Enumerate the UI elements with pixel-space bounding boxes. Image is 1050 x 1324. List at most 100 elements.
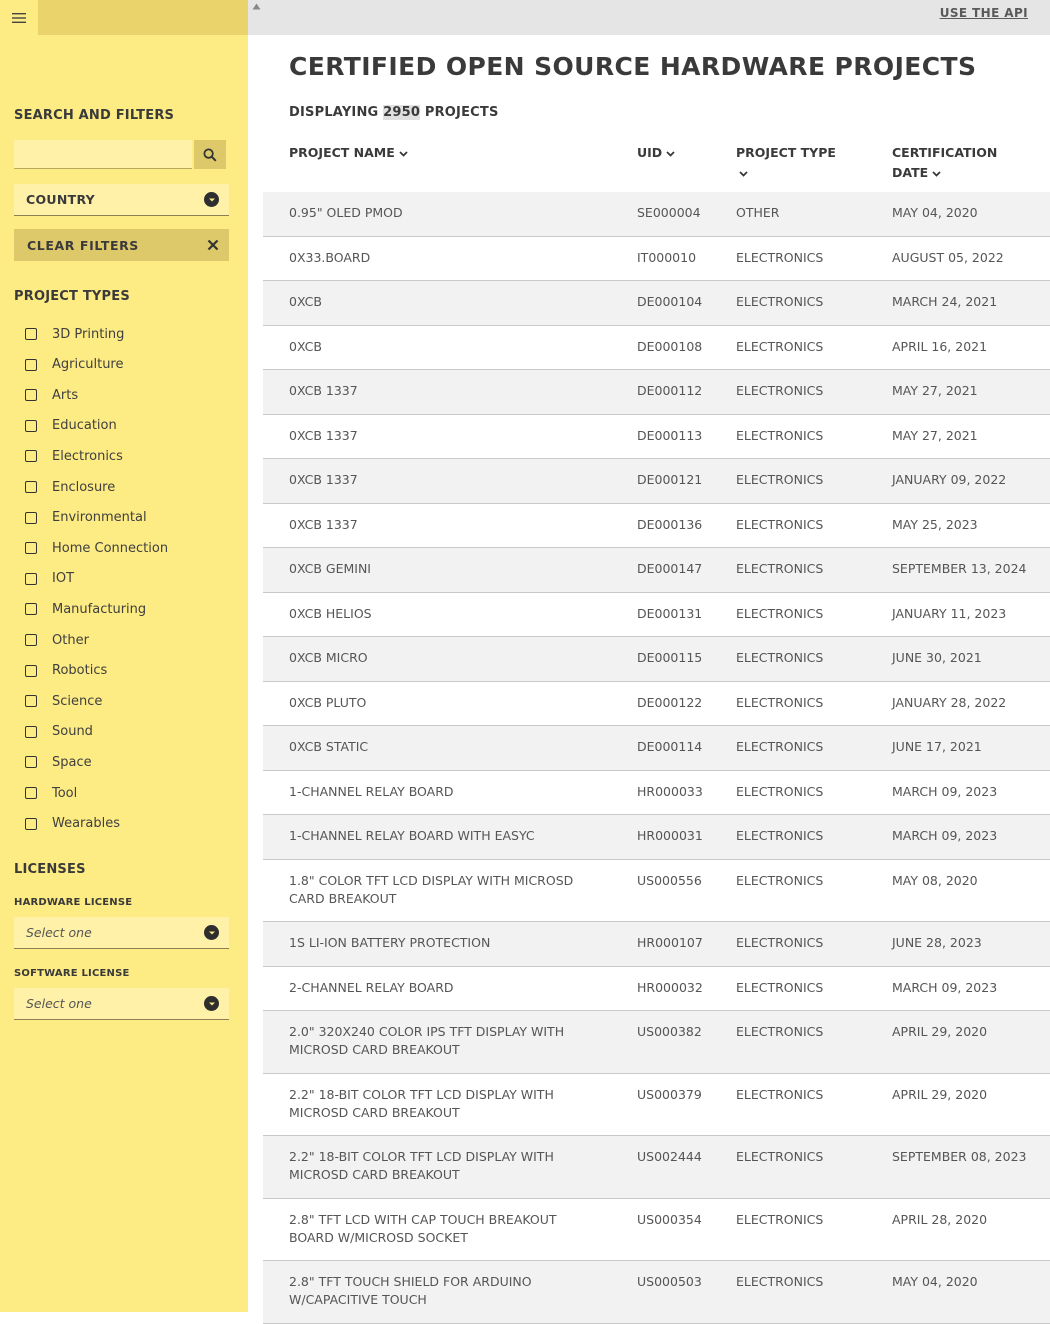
software-license-select[interactable]: Select one xyxy=(14,988,229,1020)
column-header-certification-date[interactable]: CERTIFICATION DATE xyxy=(892,143,997,183)
uid-cell: DE000121 xyxy=(637,472,703,487)
project-name-cell[interactable]: 2.0" 320X240 COLOR IPS TFT DISPLAY WITH … xyxy=(289,1023,589,1059)
project-type-checkbox[interactable]: Space xyxy=(25,752,92,772)
project-name-cell[interactable]: 2.8" TFT LCD WITH CAP TOUCH BREAKOUT BOA… xyxy=(289,1211,589,1247)
table-row[interactable]: 0XCB GEMINI DE000147 ELECTRONICS SEPTEMBER … xyxy=(263,548,1050,593)
project-name-cell[interactable]: 0XCB 1337 xyxy=(289,471,589,489)
chevron-down-icon xyxy=(666,150,675,157)
table-row[interactable]: 0XCB 1337 DE000113 ELECTRONICS MAY 27, 2021 xyxy=(263,415,1050,459)
project-name-cell[interactable]: 0XCB HELIOS xyxy=(289,605,589,623)
table-row[interactable]: 1-CHANNEL RELAY BOARD HR000033 ELECTRONICS… xyxy=(263,771,1050,815)
column-header-project-type[interactable]: PROJECT TYPE xyxy=(736,143,836,183)
table-row[interactable]: 2.2" 18-BIT COLOR TFT LCD DISPLAY WITH M… xyxy=(263,1074,1050,1136)
table-row[interactable]: 2.2" 18-BIT COLOR TFT LCD DISPLAY WITH M… xyxy=(263,1136,1050,1199)
project-name-cell[interactable]: 0XCB xyxy=(289,293,589,311)
checkbox-icon[interactable] xyxy=(25,389,37,402)
search-button[interactable] xyxy=(194,140,226,169)
project-name-cell[interactable]: 0XCB MICRO xyxy=(289,649,589,667)
project-name-cell[interactable]: 2.2" 18-BIT COLOR TFT LCD DISPLAY WITH M… xyxy=(289,1148,589,1184)
project-name-cell[interactable]: 0.95" OLED PMOD xyxy=(289,204,589,222)
table-row[interactable]: 0XCB 1337 DE000136 ELECTRONICS MAY 25, 2023 xyxy=(263,504,1050,548)
certification-date-cell: AUGUST 05, 2022 xyxy=(892,249,1004,265)
project-type-checkbox[interactable]: Arts xyxy=(25,385,78,405)
checkbox-icon[interactable] xyxy=(25,603,37,616)
project-type-checkbox[interactable]: Wearables xyxy=(25,814,120,834)
table-row[interactable]: 0XCB 1337 DE000112 ELECTRONICS MAY 27, 2021 xyxy=(263,370,1050,415)
table-row[interactable]: 2.8" TFT TOUCH SHIELD FOR ARDUINO W/CAPA… xyxy=(263,1261,1050,1324)
project-name-cell[interactable]: 0XCB STATIC xyxy=(289,738,589,756)
project-type-checkbox[interactable]: Education xyxy=(25,416,117,436)
column-header-project-name[interactable]: PROJECT NAME xyxy=(289,143,408,163)
table-row[interactable]: 0XCB 1337 DE000121 ELECTRONICS JANUARY 09, … xyxy=(263,459,1050,504)
checkbox-icon[interactable] xyxy=(25,542,37,555)
project-name-cell[interactable]: 0XCB xyxy=(289,338,589,356)
table-row[interactable]: 2.8" TFT LCD WITH CAP TOUCH BREAKOUT BOA… xyxy=(263,1199,1050,1261)
checkbox-icon[interactable] xyxy=(25,572,37,585)
project-name-cell[interactable]: 1.8" COLOR TFT LCD DISPLAY WITH MICROSD … xyxy=(289,872,589,908)
table-row[interactable]: 0XCB MICRO DE000115 ELECTRONICS JUNE 30, 20… xyxy=(263,637,1050,682)
project-name-cell[interactable]: 1S LI-ION BATTERY PROTECTION xyxy=(289,934,589,952)
table-row[interactable]: 1.8" COLOR TFT LCD DISPLAY WITH MICROSD … xyxy=(263,860,1050,922)
hamburger-menu-button[interactable] xyxy=(0,0,38,35)
clear-filters-button[interactable]: CLEAR FILTERS xyxy=(14,229,229,261)
project-type-label: Tool xyxy=(52,785,78,801)
checkbox-icon[interactable] xyxy=(25,511,37,524)
country-select[interactable]: COUNTRY xyxy=(14,184,229,216)
search-input[interactable] xyxy=(14,140,192,169)
table-row[interactable]: 0XCB PLUTO DE000122 ELECTRONICS JANUARY 28,… xyxy=(263,682,1050,726)
project-type-checkbox[interactable]: 3D Printing xyxy=(25,324,124,344)
table-row[interactable]: 2.0" 320X240 COLOR IPS TFT DISPLAY WITH … xyxy=(263,1011,1050,1074)
checkbox-icon[interactable] xyxy=(25,328,37,340)
project-type-checkbox[interactable]: Sound xyxy=(25,722,93,742)
checkbox-icon[interactable] xyxy=(25,481,37,493)
table-row[interactable]: 0XCB DE000108 ELECTRONICS APRIL 16, 2021 xyxy=(263,326,1050,370)
project-name-cell[interactable]: 1-CHANNEL RELAY BOARD WITH EASYC xyxy=(289,827,589,845)
checkbox-icon[interactable] xyxy=(25,450,37,463)
checkbox-icon[interactable] xyxy=(25,725,37,738)
checkbox-icon[interactable] xyxy=(25,695,37,708)
project-type-cell: ELECTRONICS xyxy=(736,694,824,710)
checkbox-icon[interactable] xyxy=(25,756,37,769)
project-type-checkbox[interactable]: Robotics xyxy=(25,661,107,681)
checkbox-icon[interactable] xyxy=(25,634,37,646)
checkbox-icon[interactable] xyxy=(25,358,37,371)
search-filters-heading: SEARCH AND FILTERS xyxy=(14,108,175,123)
hardware-license-select[interactable]: Select one xyxy=(14,917,229,949)
checkbox-icon[interactable] xyxy=(25,787,37,799)
scroll-up-arrow-icon[interactable] xyxy=(250,0,262,12)
project-type-checkbox[interactable]: Manufacturing xyxy=(25,599,146,619)
checkbox-icon[interactable] xyxy=(25,419,37,432)
project-name-cell[interactable]: 0XCB 1337 xyxy=(289,516,589,534)
checkbox-icon[interactable] xyxy=(25,817,37,830)
table-row[interactable]: 1S LI-ION BATTERY PROTECTION HR000107 ELEC… xyxy=(263,922,1050,967)
project-type-checkbox[interactable]: Agriculture xyxy=(25,355,124,375)
project-type-checkbox[interactable]: Environmental xyxy=(25,508,147,528)
table-row[interactable]: 0.95" OLED PMOD SE000004 OTHER MAY 04, 2020 xyxy=(263,192,1050,237)
project-type-checkbox[interactable]: Other xyxy=(25,630,89,650)
project-type-checkbox[interactable]: Electronics xyxy=(25,446,123,466)
project-name-cell[interactable]: 2-CHANNEL RELAY BOARD xyxy=(289,979,589,997)
table-row[interactable]: 0X33.BOARD IT000010 ELECTRONICS AUGUST 05, … xyxy=(263,237,1050,281)
checkbox-icon[interactable] xyxy=(25,664,37,677)
column-header-uid[interactable]: UID xyxy=(637,143,675,163)
project-name-cell[interactable]: 0XCB 1337 xyxy=(289,427,589,445)
project-name-cell[interactable]: 0XCB 1337 xyxy=(289,382,589,400)
project-name-cell[interactable]: 0XCB PLUTO xyxy=(289,694,589,712)
use-the-api-link[interactable]: USE THE API xyxy=(940,6,1028,20)
table-row[interactable]: 2-CHANNEL RELAY BOARD HR000032 ELECTRONICS… xyxy=(263,967,1050,1011)
project-type-checkbox[interactable]: Tool xyxy=(25,783,77,803)
project-type-checkbox[interactable]: IOT xyxy=(25,569,74,589)
project-name-cell[interactable]: 0X33.BOARD xyxy=(289,249,589,267)
certification-date-cell: JUNE 28, 2023 xyxy=(892,935,982,950)
project-type-checkbox[interactable]: Enclosure xyxy=(25,477,115,497)
project-name-cell[interactable]: 2.8" TFT TOUCH SHIELD FOR ARDUINO W/CAPA… xyxy=(289,1273,589,1309)
project-name-cell[interactable]: 1-CHANNEL RELAY BOARD xyxy=(289,783,589,801)
table-row[interactable]: 0XCB DE000104 ELECTRONICS MARCH 24, 2021 xyxy=(263,281,1050,326)
project-name-cell[interactable]: 0XCB GEMINI xyxy=(289,560,589,578)
project-type-checkbox[interactable]: Home Connection xyxy=(25,538,168,558)
project-type-checkbox[interactable]: Science xyxy=(25,691,102,711)
table-row[interactable]: 1-CHANNEL RELAY BOARD WITH EASYC HR000031… xyxy=(263,815,1050,860)
project-name-cell[interactable]: 2.2" 18-BIT COLOR TFT LCD DISPLAY WITH M… xyxy=(289,1086,589,1122)
table-row[interactable]: 0XCB HELIOS DE000131 ELECTRONICS JANUARY 11… xyxy=(263,593,1050,637)
table-row[interactable]: 0XCB STATIC DE000114 ELECTRONICS JUNE 17, 2… xyxy=(263,726,1050,771)
